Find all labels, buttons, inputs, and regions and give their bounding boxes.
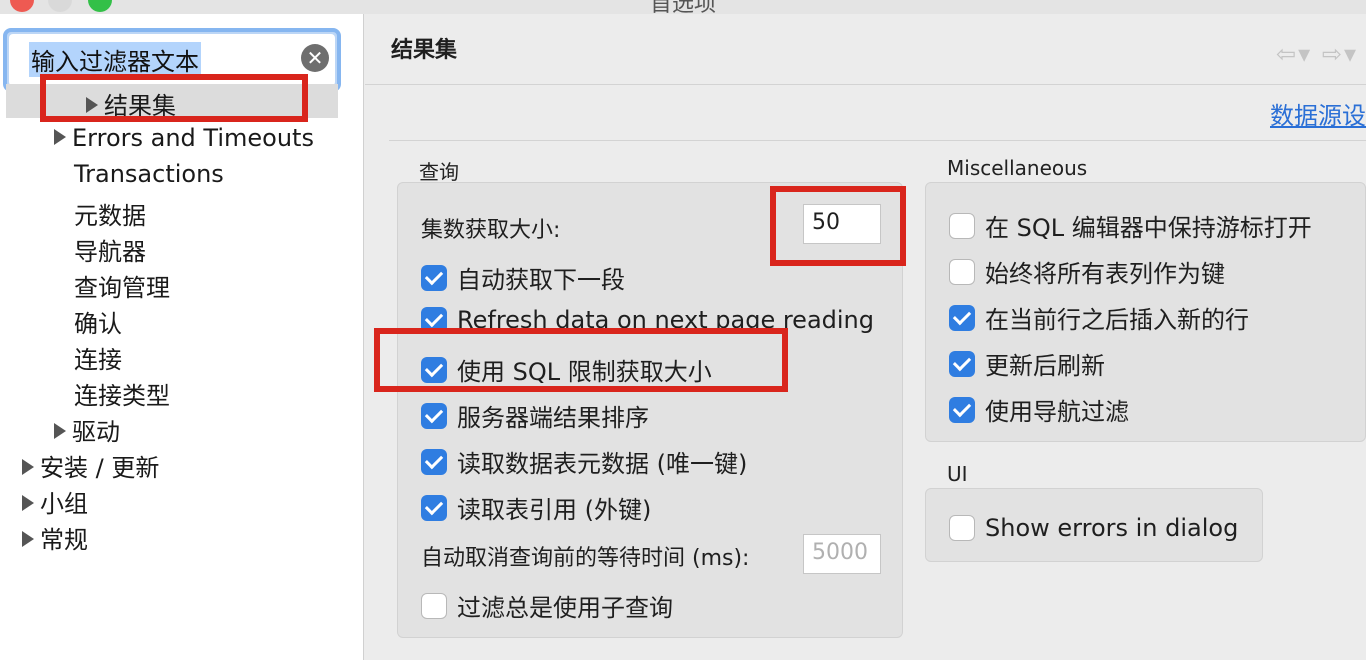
misc-group-label: Miscellaneous xyxy=(947,156,1088,180)
checkbox-all-columns-as-key[interactable]: 始终将所有表列作为键 xyxy=(949,254,1225,289)
content-divider xyxy=(389,140,1366,141)
tree-item-install-update[interactable]: 安装 / 更新 xyxy=(22,448,159,483)
checkbox-checked[interactable] xyxy=(421,402,447,429)
tree-item-errors-timeouts[interactable]: Errors and Timeouts xyxy=(54,124,314,152)
expand-triangle-icon[interactable] xyxy=(22,495,34,511)
back-forward-arrows-icon[interactable]: ⇦▾ ⇨▾ xyxy=(1276,40,1358,68)
query-group-label: 查询 xyxy=(419,160,459,184)
header-divider xyxy=(365,84,1366,85)
cancel-wait-input[interactable]: 5000 xyxy=(803,534,881,574)
tree-item-transactions[interactable]: Transactions xyxy=(74,160,224,188)
checkbox-checked[interactable] xyxy=(421,264,447,291)
checkbox-unchecked[interactable] xyxy=(949,212,975,239)
checkbox-unchecked[interactable] xyxy=(949,515,975,541)
clear-search-icon[interactable]: ✕ xyxy=(301,44,329,72)
expand-triangle-icon[interactable] xyxy=(22,459,34,475)
ui-group-label: UI xyxy=(947,462,968,486)
tree-item-confirmations[interactable]: 确认 xyxy=(74,304,122,339)
checkbox-use-navigator-filter[interactable]: 使用导航过滤 xyxy=(949,392,1129,427)
checkbox-read-references[interactable]: 读取表引用 (外键) xyxy=(421,490,651,525)
checkbox-subquery-filter[interactable]: 过滤总是使用子查询 xyxy=(421,588,673,623)
filter-search-input[interactable]: 输入过滤器文本 xyxy=(29,42,201,77)
highlight-box-result-sets xyxy=(40,74,308,122)
checkbox-checked[interactable] xyxy=(421,448,447,475)
expand-triangle-icon[interactable] xyxy=(54,129,66,145)
checkbox-checked[interactable] xyxy=(421,494,447,521)
checkbox-unchecked[interactable] xyxy=(421,592,447,619)
expand-triangle-icon[interactable] xyxy=(22,531,34,547)
checkbox-show-errors-dialog[interactable]: Show errors in dialog xyxy=(949,514,1238,542)
checkbox-keep-cursor-open[interactable]: 在 SQL 编辑器中保持游标打开 xyxy=(949,208,1312,243)
checkbox-checked[interactable] xyxy=(949,396,975,423)
tree-item-general[interactable]: 常规 xyxy=(22,520,88,555)
checkbox-unchecked[interactable] xyxy=(949,258,975,285)
highlight-box-sql-limit xyxy=(374,328,788,392)
checkbox-checked[interactable] xyxy=(949,350,975,377)
checkbox-refresh-after-update[interactable]: 更新后刷新 xyxy=(949,346,1105,381)
checkbox-checked[interactable] xyxy=(949,304,975,331)
expand-triangle-icon[interactable] xyxy=(54,423,66,439)
checkbox-read-table-metadata[interactable]: 读取数据表元数据 (唯一键) xyxy=(421,444,747,479)
tree-item-navigator[interactable]: 导航器 xyxy=(74,232,146,267)
checkbox-insert-after-current[interactable]: 在当前行之后插入新的行 xyxy=(949,300,1249,335)
window-title: 首选项 xyxy=(649,0,716,14)
fetch-size-label: 集数获取大小: xyxy=(421,218,561,243)
tree-item-metadata[interactable]: 元数据 xyxy=(74,196,146,231)
checkbox-server-side-ordering[interactable]: 服务器端结果排序 xyxy=(421,398,649,433)
datasource-settings-link[interactable]: 数据源设 xyxy=(1270,96,1366,131)
highlight-box-fetch-size xyxy=(770,186,906,266)
page-title: 结果集 xyxy=(391,38,458,63)
tree-item-drivers[interactable]: 驱动 xyxy=(54,412,120,447)
tree-item-query-manager[interactable]: 查询管理 xyxy=(74,268,170,303)
tree-item-team[interactable]: 小组 xyxy=(22,484,88,519)
checkbox-auto-fetch-next[interactable]: 自动获取下一段 xyxy=(421,260,625,295)
tree-item-connections[interactable]: 连接 xyxy=(74,340,122,375)
tree-item-connection-types[interactable]: 连接类型 xyxy=(74,376,170,411)
cancel-wait-label: 自动取消查询前的等待时间 (ms): xyxy=(421,546,750,571)
title-bar: 首选项 xyxy=(0,0,1366,14)
